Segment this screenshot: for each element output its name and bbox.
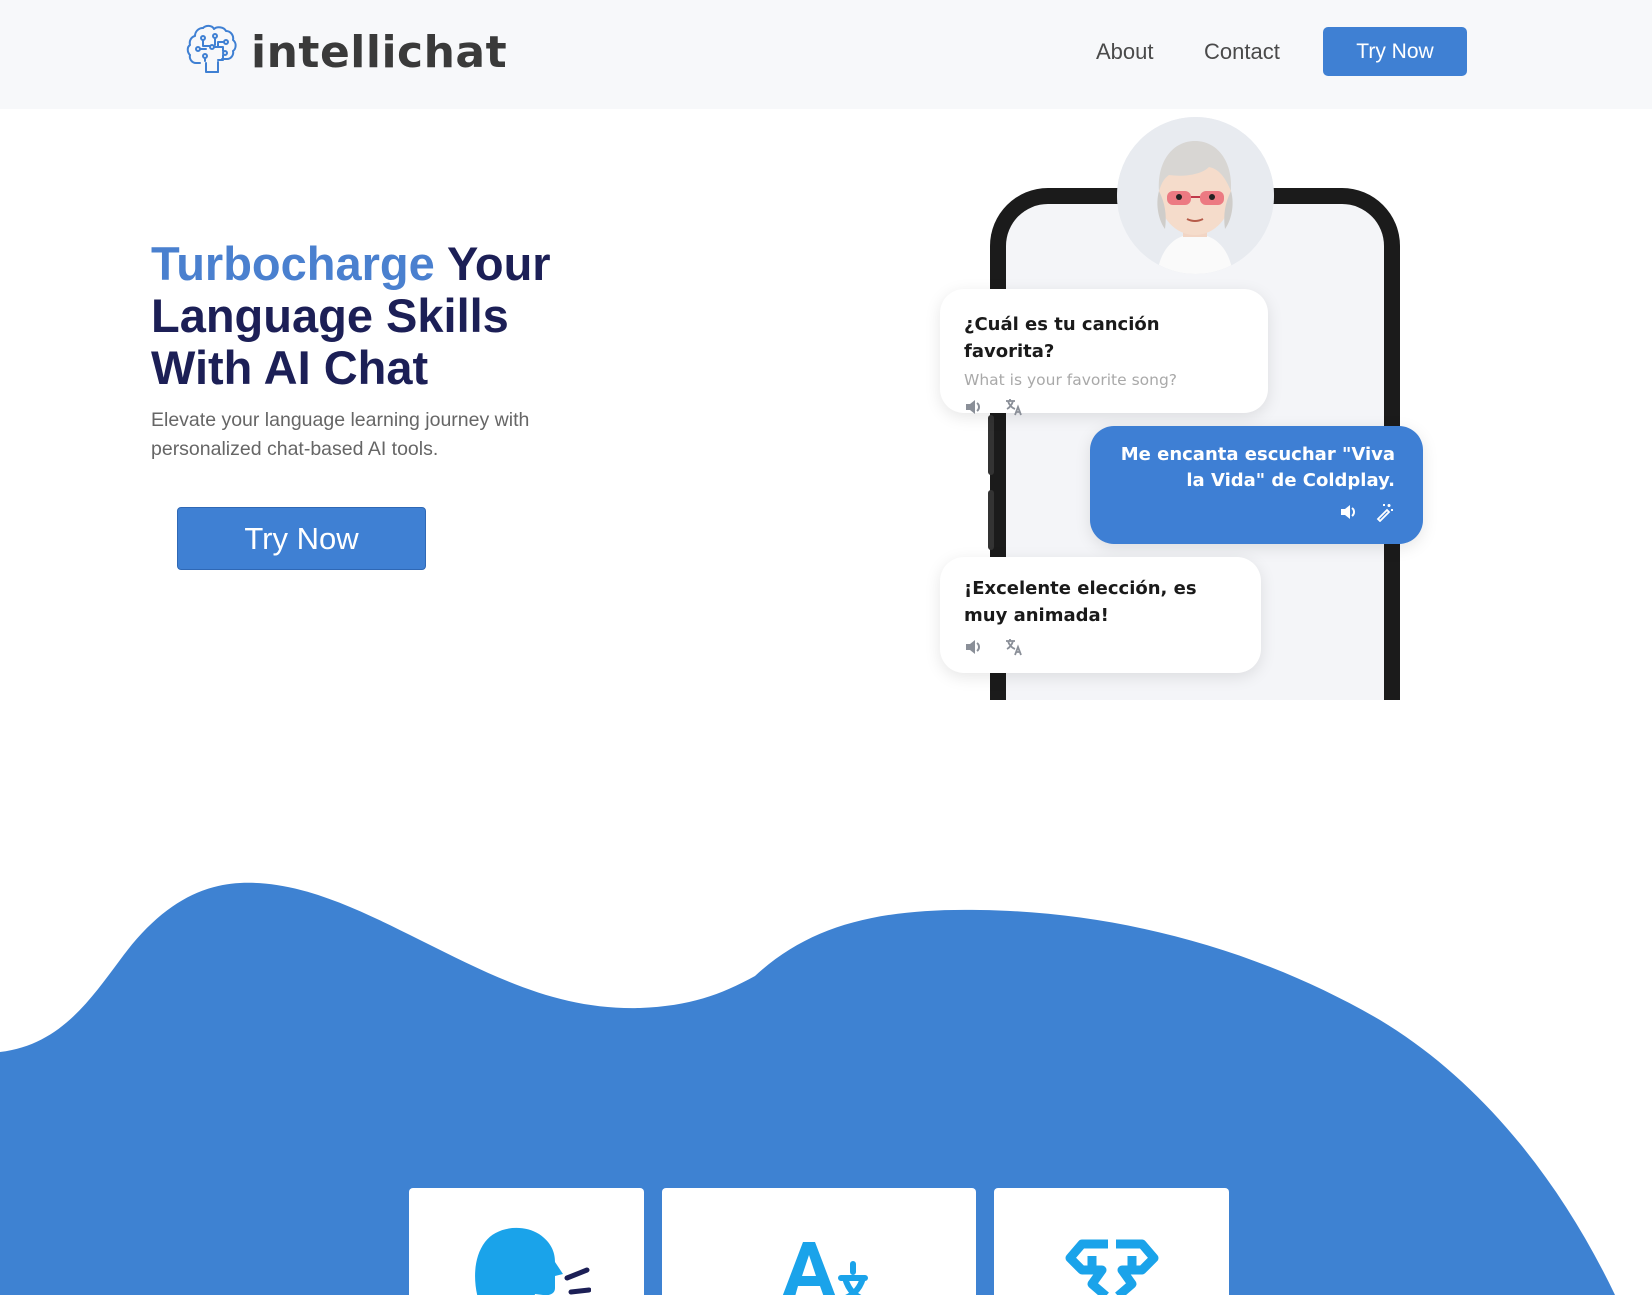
chat-message-text: ¿Cuál es tu canción favorita? bbox=[964, 314, 1160, 362]
nav-link-contact[interactable]: Contact bbox=[1204, 39, 1280, 65]
header-try-now-button[interactable]: Try Now bbox=[1323, 27, 1467, 76]
chat-message-text: ¡Excelente elección, es muy animada! bbox=[964, 578, 1197, 626]
chat-message-text: Me encanta escuchar "Viva la Vida" de Co… bbox=[1120, 444, 1395, 491]
site-header: intellichat About Contact Try Now bbox=[0, 0, 1652, 109]
translate-icon[interactable] bbox=[1004, 397, 1024, 417]
phone-side-button bbox=[988, 490, 994, 550]
speaker-icon[interactable] bbox=[964, 397, 984, 417]
letters-icon bbox=[782, 1242, 868, 1295]
phone-clip bbox=[980, 700, 1410, 740]
brain-circuit-icon bbox=[185, 22, 241, 83]
chat-bubble-sent: Me encanta escuchar "Viva la Vida" de Co… bbox=[1090, 426, 1423, 544]
chat-bubble-received: ¿Cuál es tu canción favorita? What is yo… bbox=[940, 289, 1268, 416]
phone-side-button bbox=[988, 415, 994, 475]
hero-try-now-button[interactable]: Try Now bbox=[177, 507, 426, 570]
hero-title-accent: Turbocharge bbox=[151, 237, 435, 290]
feature-card-ai[interactable] bbox=[994, 1188, 1229, 1295]
feature-card-speaking[interactable] bbox=[409, 1188, 644, 1295]
chat-message-translation: What is your favorite song? bbox=[964, 371, 1178, 389]
feature-card-grammar[interactable] bbox=[662, 1188, 976, 1295]
hero-subtitle: Elevate your language learning journey w… bbox=[151, 409, 530, 460]
landing-page: intellichat About Contact Try Now Turboc… bbox=[0, 0, 1652, 1295]
speaking-head-icon bbox=[475, 1227, 591, 1295]
logo-text: intellichat bbox=[251, 27, 508, 78]
magic-wand-icon[interactable] bbox=[1375, 502, 1395, 523]
logo[interactable]: intellichat bbox=[185, 22, 507, 83]
translate-icon[interactable] bbox=[1004, 637, 1024, 657]
nav-link-about[interactable]: About bbox=[1096, 39, 1154, 65]
speaker-icon[interactable] bbox=[1339, 502, 1359, 522]
brain-icon bbox=[1065, 1239, 1159, 1295]
hero-title: Turbocharge Your Language Skills With AI… bbox=[151, 238, 621, 394]
avatar bbox=[1117, 117, 1274, 274]
speaker-icon[interactable] bbox=[964, 637, 984, 657]
chat-bubble-received: ¡Excelente elección, es muy animada! bbox=[940, 557, 1261, 673]
